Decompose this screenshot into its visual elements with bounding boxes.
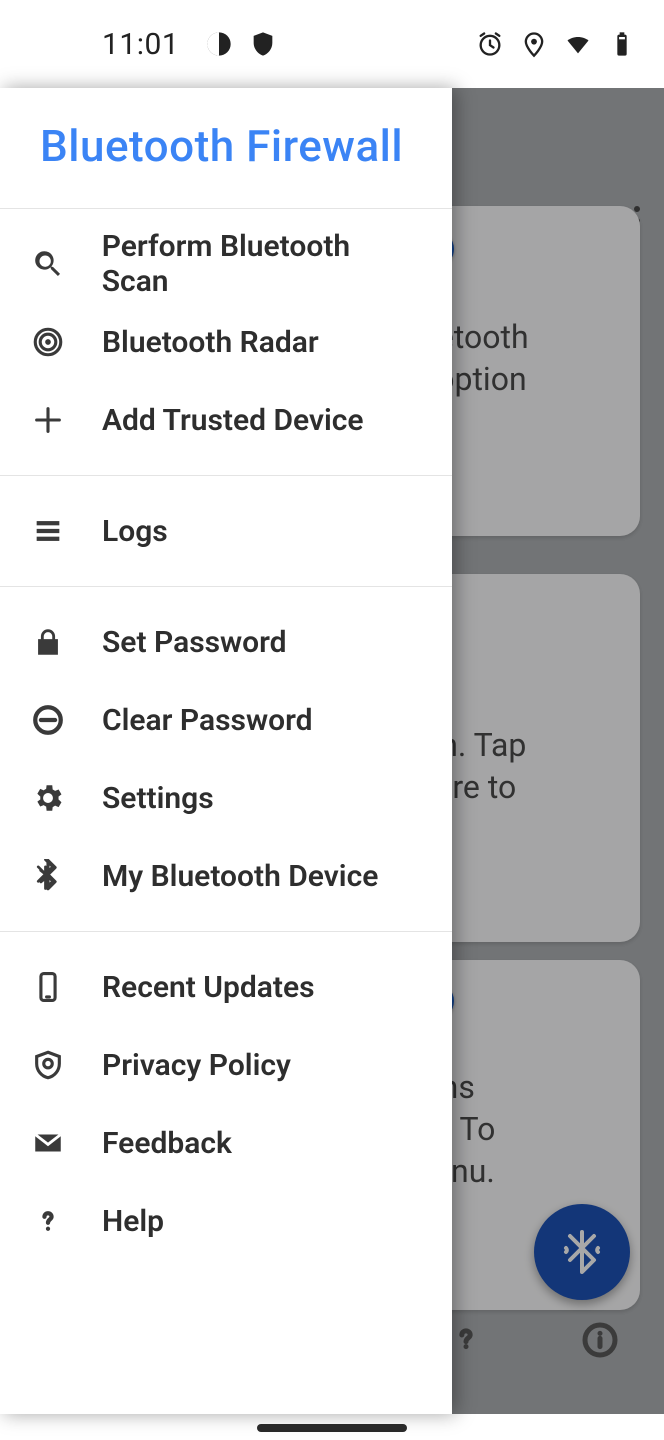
plus-icon — [30, 402, 66, 438]
drawer-item-feedback[interactable]: Feedback — [0, 1104, 452, 1182]
drawer-item-label: Set Password — [102, 625, 287, 660]
mail-icon — [30, 1125, 66, 1161]
drawer-item-radar[interactable]: Bluetooth Radar — [0, 303, 452, 381]
bluetooth-icon — [30, 858, 66, 894]
drawer-item-label: Recent Updates — [102, 970, 315, 1005]
radar-icon — [30, 324, 66, 360]
wifi-icon — [564, 30, 592, 58]
drawer-item-label: Perform Bluetooth Scan — [102, 229, 422, 299]
status-bar: 11:01 — [0, 0, 664, 88]
shield-icon — [249, 30, 277, 58]
gear-icon — [30, 780, 66, 816]
drawer-item-label: Feedback — [102, 1126, 232, 1161]
drawer-item-label: Add Trusted Device — [102, 403, 364, 438]
alarm-icon — [476, 30, 504, 58]
drawer-item-label: Settings — [102, 781, 214, 816]
drawer-item-privacy-policy[interactable]: Privacy Policy — [0, 1026, 452, 1104]
drawer-item-logs[interactable]: Logs — [0, 492, 452, 570]
help-icon — [30, 1203, 66, 1239]
shield-check-icon — [30, 1047, 66, 1083]
drawer-item-help[interactable]: Help — [0, 1182, 452, 1260]
drawer-item-label: Help — [102, 1204, 164, 1239]
drawer-header: Bluetooth Firewall — [0, 88, 452, 208]
logs-icon — [30, 513, 66, 549]
drawer-item-settings[interactable]: Settings — [0, 759, 452, 837]
lock-icon — [30, 624, 66, 660]
drawer-item-scan[interactable]: Perform Bluetooth Scan — [0, 225, 452, 303]
drawer-item-label: Clear Password — [102, 703, 313, 738]
search-icon — [30, 246, 66, 282]
drawer-item-label: Bluetooth Radar — [102, 325, 319, 360]
clear-icon — [30, 702, 66, 738]
location-icon — [520, 30, 548, 58]
nav-gesture-pill[interactable] — [257, 1424, 407, 1432]
battery-icon — [608, 30, 636, 58]
drawer-item-add-trusted[interactable]: Add Trusted Device — [0, 381, 452, 459]
status-time: 11:01 — [102, 27, 179, 62]
drawer-item-clear-password[interactable]: Clear Password — [0, 681, 452, 759]
phone-icon — [30, 969, 66, 1005]
dnd-icon — [205, 30, 233, 58]
drawer-item-recent-updates[interactable]: Recent Updates — [0, 948, 452, 1026]
drawer-item-label: Privacy Policy — [102, 1048, 291, 1083]
drawer-item-label: My Bluetooth Device — [102, 859, 378, 894]
drawer-item-set-password[interactable]: Set Password — [0, 603, 452, 681]
drawer-item-my-device[interactable]: My Bluetooth Device — [0, 837, 452, 915]
navigation-drawer: Bluetooth Firewall Perform Bluetooth Sca… — [0, 88, 452, 1414]
drawer-item-label: Logs — [102, 514, 168, 549]
drawer-title: Bluetooth Firewall — [40, 120, 412, 172]
